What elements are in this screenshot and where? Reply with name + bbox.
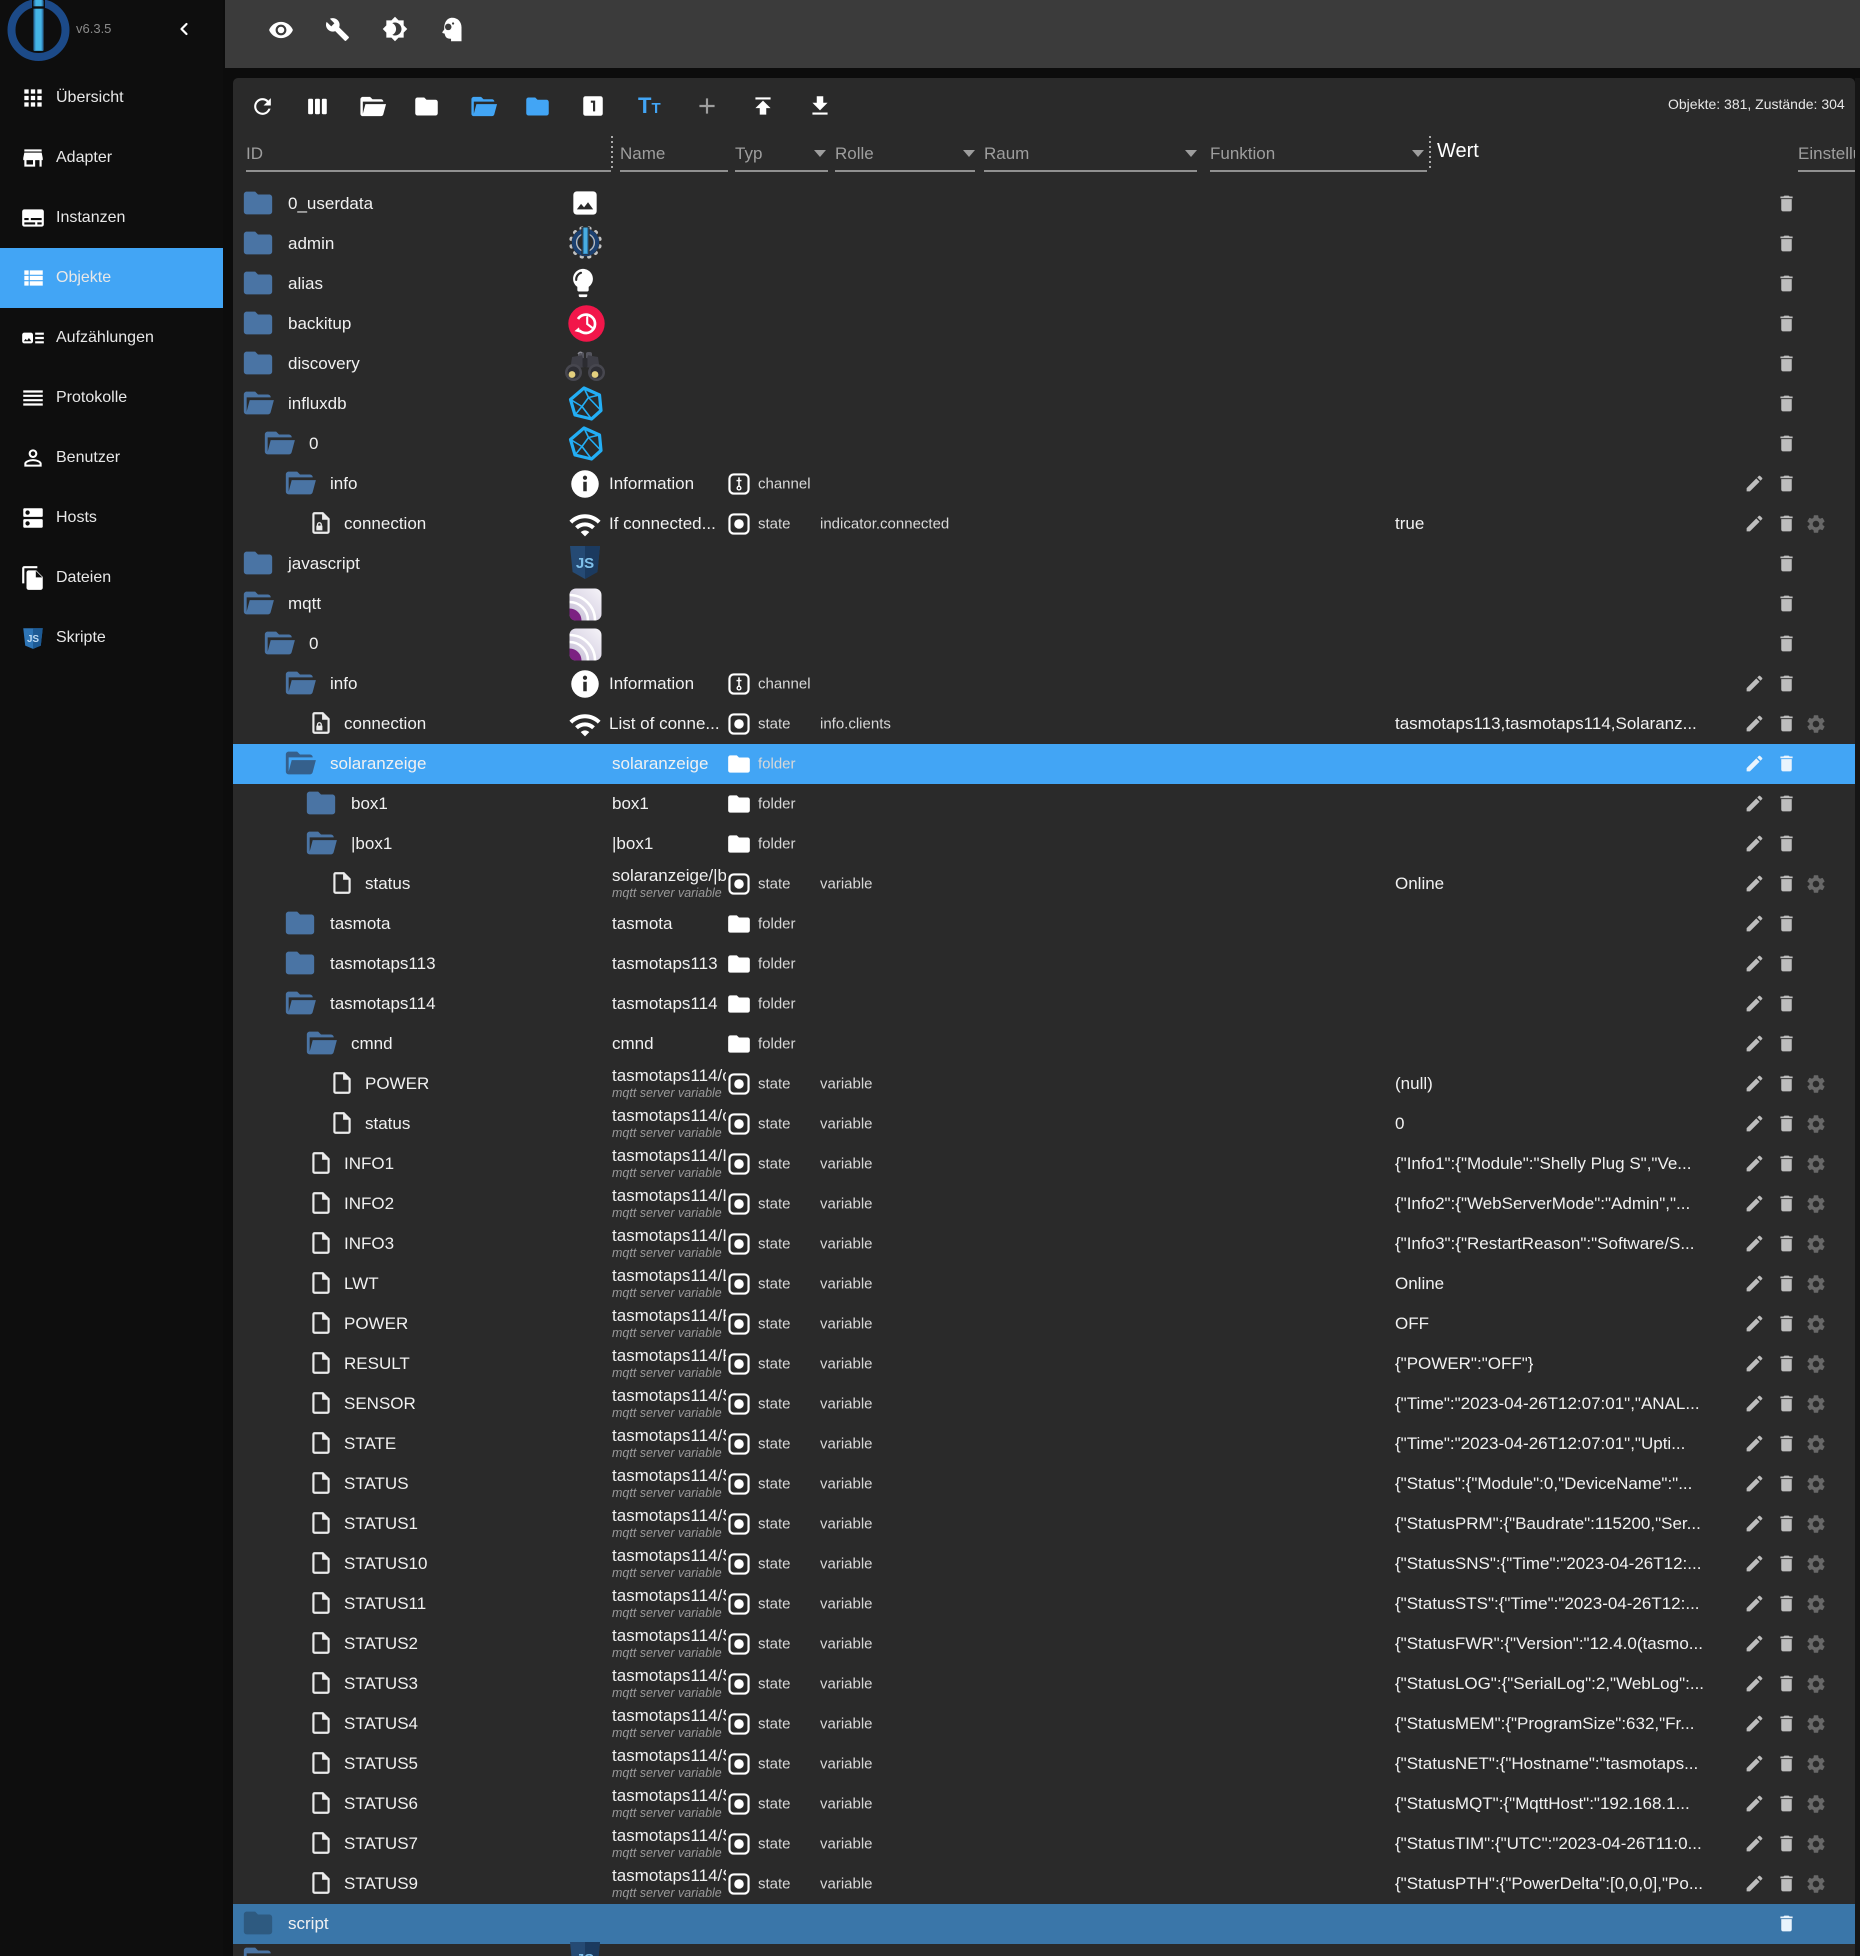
svg-text:JS: JS [576,555,594,572]
svg-text:JS: JS [27,634,39,645]
svg-text:JS: JS [576,1951,594,1956]
